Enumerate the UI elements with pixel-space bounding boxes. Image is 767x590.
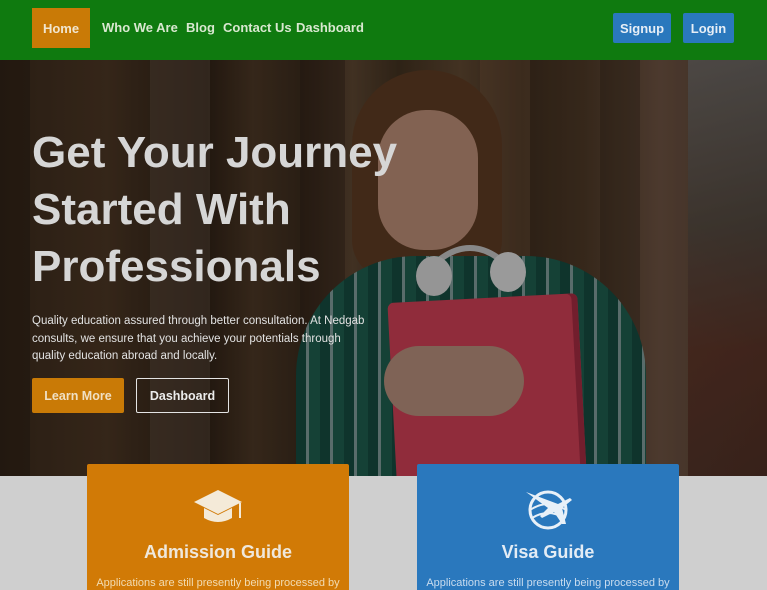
admission-guide-title: Admission Guide xyxy=(143,542,293,562)
hero-dashboard-button[interactable]: Dashboard xyxy=(136,378,229,413)
nav-who-we-are-link[interactable]: Who We Are xyxy=(102,8,178,48)
visa-guide-text: Applications are still presently being p… xyxy=(426,577,670,589)
airplane-globe-icon xyxy=(526,490,572,530)
hero-section: Get Your Journey Started With Profession… xyxy=(0,60,767,476)
nav-blog-link[interactable]: Blog xyxy=(186,8,215,48)
visa-guide-title: Visa Guide xyxy=(501,542,595,562)
graduation-cap-icon xyxy=(194,490,242,522)
hero-title: Get Your Journey Started With Profession… xyxy=(32,128,398,291)
hero-subtitle: Quality education assured through better… xyxy=(32,315,365,363)
nav-dashboard-link[interactable]: Dashboard xyxy=(296,8,364,48)
nav-home-link[interactable]: Home xyxy=(32,8,90,48)
login-button[interactable]: Login xyxy=(683,13,734,43)
nav-contact-us-link[interactable]: Contact Us xyxy=(223,8,292,48)
visa-guide-card[interactable]: Visa Guide Applications are still presen… xyxy=(417,464,679,590)
signup-button[interactable]: Signup xyxy=(613,13,671,43)
admission-guide-card[interactable]: Admission Guide Applications are still p… xyxy=(87,464,349,590)
learn-more-button[interactable]: Learn More xyxy=(32,378,124,413)
admission-guide-text: Applications are still presently being p… xyxy=(96,577,340,589)
top-navbar: Home Who We Are Blog Contact Us Dashboar… xyxy=(0,0,767,60)
